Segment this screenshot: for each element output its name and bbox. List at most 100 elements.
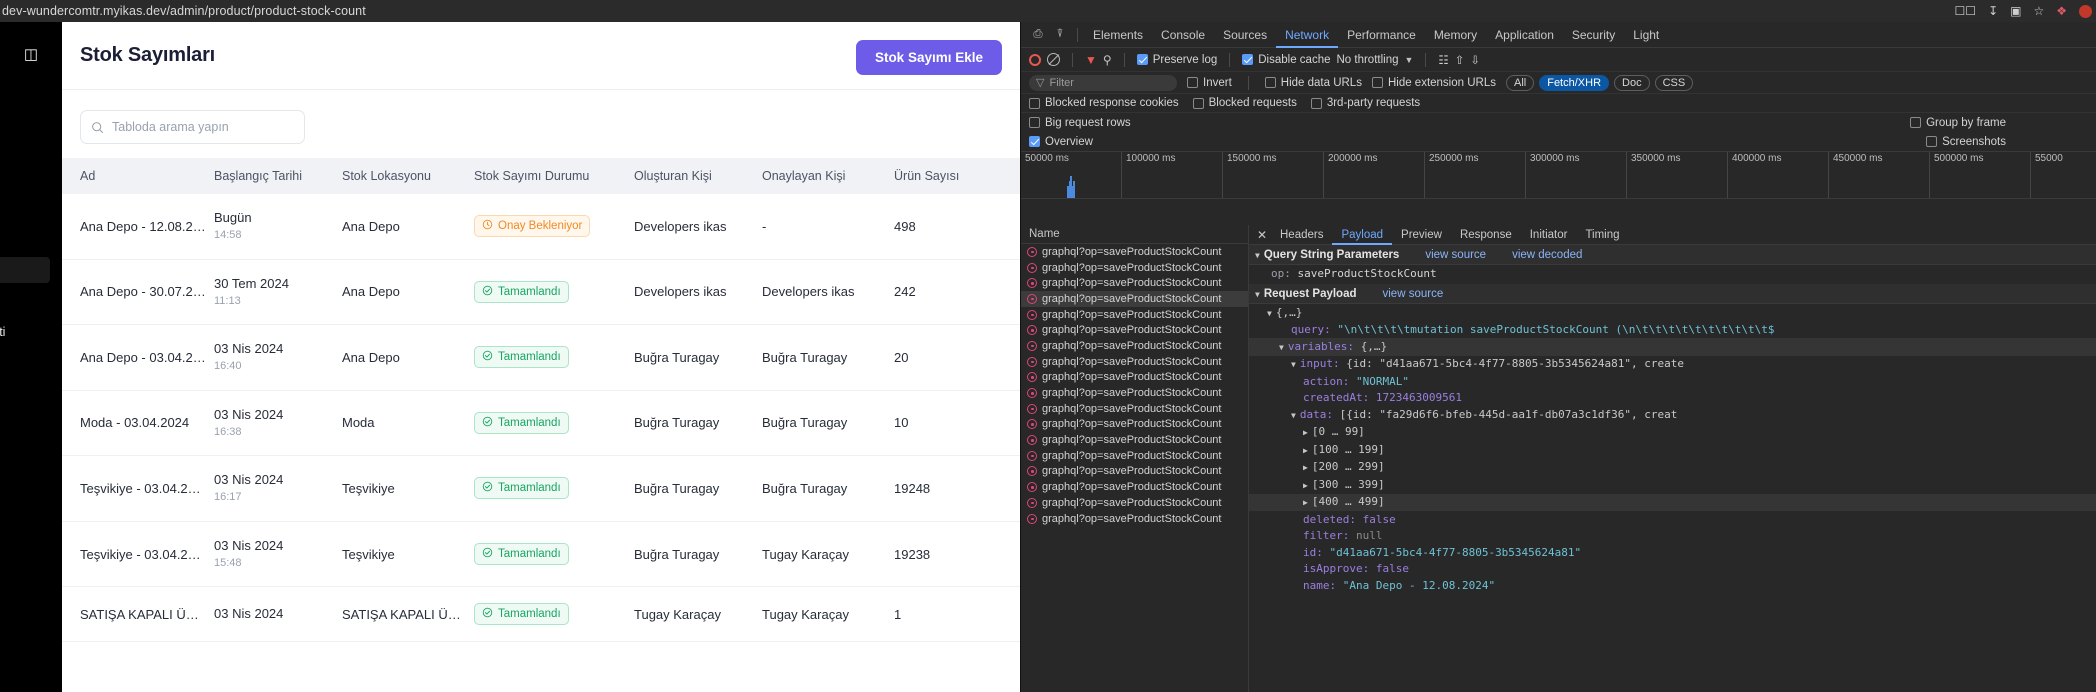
- star-icon[interactable]: ☆: [2033, 5, 2044, 17]
- network-overview-timeline[interactable]: 50000 ms 100000 ms 150000 ms 200000 ms 25000…: [1021, 151, 2096, 199]
- big-request-rows-checkbox[interactable]: Big request rows: [1029, 117, 1131, 129]
- inspect-element-icon[interactable]: ⎙: [1027, 24, 1049, 46]
- request-list-header[interactable]: Name: [1021, 225, 1248, 244]
- profile-avatar[interactable]: [2079, 4, 2092, 18]
- request-list-item[interactable]: graphql?op=saveProductStockCount: [1021, 322, 1248, 338]
- panel-tab-light[interactable]: Light: [1624, 22, 1668, 48]
- request-list-item[interactable]: graphql?op=saveProductStockCount: [1021, 401, 1248, 417]
- search-icon[interactable]: ⚲: [1103, 53, 1112, 67]
- downloads-icon[interactable]: ↧: [1988, 5, 1998, 17]
- panel-tab-console[interactable]: Console: [1152, 22, 1214, 48]
- payload-chunk-row[interactable]: ▶ [0 … 99]: [1249, 424, 2096, 442]
- network-conditions-icon[interactable]: ☷: [1438, 53, 1448, 67]
- funnel-icon[interactable]: ▼: [1085, 53, 1097, 67]
- close-icon[interactable]: ✕: [1253, 228, 1271, 242]
- triangle-down-icon[interactable]: ▼: [1255, 290, 1260, 299]
- record-icon[interactable]: [1029, 53, 1041, 66]
- clear-icon[interactable]: [1047, 53, 1060, 66]
- request-list-item[interactable]: graphql?op=saveProductStockCount: [1021, 495, 1248, 511]
- preserve-log-checkbox[interactable]: Preserve log: [1136, 54, 1217, 66]
- panel-tab-memory[interactable]: Memory: [1425, 22, 1486, 48]
- throttling-select[interactable]: No throttling: [1336, 54, 1398, 66]
- request-list-item[interactable]: graphql?op=saveProductStockCount: [1021, 338, 1248, 354]
- payload-chunk-row[interactable]: ▶ [400 … 499]: [1249, 493, 2096, 511]
- request-list-item[interactable]: graphql?op=saveProductStockCount: [1021, 354, 1248, 370]
- add-stock-count-button[interactable]: Stok Sayımı Ekle: [855, 40, 1002, 75]
- request-list-item[interactable]: graphql?op=saveProductStockCount: [1021, 370, 1248, 386]
- request-list-item[interactable]: graphql?op=saveProductStockCount: [1021, 479, 1248, 495]
- view-decoded-link[interactable]: view decoded: [1512, 249, 1582, 261]
- extensions-icon[interactable]: ❖: [2056, 5, 2067, 17]
- table-row[interactable]: Teşvikiye - 03.04.2024-... 03 Nis 2024 15:…: [62, 521, 1020, 588]
- device-toolbar-icon[interactable]: ⍒: [1049, 24, 1071, 46]
- triangle-right-icon[interactable]: ▶: [1303, 481, 1308, 490]
- blocked-requests-checkbox[interactable]: Blocked requests: [1192, 97, 1297, 109]
- request-list-item[interactable]: graphql?op=saveProductStockCount: [1021, 417, 1248, 433]
- search-box[interactable]: [80, 110, 305, 144]
- hide-extension-urls-checkbox[interactable]: Hide extension URLs: [1371, 77, 1496, 89]
- request-list-item[interactable]: graphql?op=saveProductStockCount: [1021, 291, 1248, 307]
- column-header-location[interactable]: Stok Lokasyonu: [342, 158, 474, 194]
- tabs-icon[interactable]: ☐☐: [1955, 5, 1977, 17]
- column-header-status[interactable]: Stok Sayımı Durumu: [474, 158, 634, 194]
- column-header-approver[interactable]: Onaylayan Kişi: [762, 158, 894, 194]
- detail-tab-initiator[interactable]: Initiator: [1521, 225, 1577, 245]
- payload-data-row[interactable]: ▼ data: [{id: "fa29d6f6-bfeb-445d-aa1f-db…: [1249, 406, 2096, 424]
- invert-checkbox[interactable]: Invert: [1187, 77, 1232, 89]
- panel-tab-network[interactable]: Network: [1276, 22, 1338, 48]
- table-row[interactable]: Ana Depo - 03.04.2024 03 Nis 2024 16:40 Ana…: [62, 324, 1020, 391]
- detail-tab-payload[interactable]: Payload: [1332, 225, 1392, 245]
- request-list-item[interactable]: graphql?op=saveProductStockCount: [1021, 307, 1248, 323]
- column-header-product-count[interactable]: Ürün Sayısı: [894, 158, 1020, 194]
- hide-data-urls-checkbox[interactable]: Hide data URLs: [1264, 77, 1362, 89]
- panel-tab-elements[interactable]: Elements: [1084, 22, 1152, 48]
- query-string-section-header[interactable]: ▼ Query String Parameters view source vie…: [1249, 245, 2096, 265]
- payload-variables-row[interactable]: ▼ variables: {,…}: [1249, 338, 2096, 356]
- column-header-creator[interactable]: Oluşturan Kişi: [634, 158, 762, 194]
- search-input[interactable]: [112, 120, 294, 134]
- view-source-link[interactable]: view source: [1425, 249, 1486, 261]
- import-har-icon[interactable]: ⇧: [1455, 53, 1465, 67]
- table-row[interactable]: Teşvikiye - 03.04.2024-... 03 Nis 2024 16:…: [62, 455, 1020, 522]
- detail-tab-headers[interactable]: Headers: [1271, 225, 1332, 245]
- sidebar-ghost-item[interactable]: [0, 257, 50, 283]
- panel-tab-security[interactable]: Security: [1563, 22, 1624, 48]
- detail-tab-timing[interactable]: Timing: [1576, 225, 1628, 245]
- column-header-ad[interactable]: Ad: [62, 158, 214, 194]
- payload-chunk-row[interactable]: ▶ [300 … 399]: [1249, 476, 2096, 494]
- request-list-item[interactable]: graphql?op=saveProductStockCount: [1021, 464, 1248, 480]
- sidebar-ghost-label[interactable]: keti: [0, 325, 5, 339]
- table-row[interactable]: Ana Depo - 12.08.2024 Bugün 14:58 Ana Depo O…: [62, 194, 1020, 260]
- panel-tab-sources[interactable]: Sources: [1214, 22, 1276, 48]
- view-source-link[interactable]: view source: [1383, 288, 1444, 300]
- request-list-item[interactable]: graphql?op=saveProductStockCount: [1021, 511, 1248, 527]
- request-list-item[interactable]: graphql?op=saveProductStockCount: [1021, 275, 1248, 291]
- triangle-right-icon[interactable]: ▶: [1303, 463, 1308, 472]
- disable-cache-checkbox[interactable]: Disable cache: [1242, 54, 1330, 66]
- url-text[interactable]: dev-wundercomtr.myikas.dev/admin/product…: [0, 4, 366, 18]
- resource-pill-fetch-xhr[interactable]: Fetch/XHR: [1539, 74, 1610, 91]
- overview-checkbox[interactable]: Overview: [1029, 136, 1093, 148]
- request-payload-section-header[interactable]: ▼ Request Payload view source: [1249, 284, 2096, 304]
- payload-chunk-row[interactable]: ▶ [100 … 199]: [1249, 441, 2096, 459]
- table-row[interactable]: Moda - 03.04.2024 03 Nis 2024 16:38 Moda Tam…: [62, 390, 1020, 457]
- chevron-down-icon[interactable]: ▼: [1405, 55, 1414, 65]
- filter-input[interactable]: ▽ Filter: [1029, 74, 1177, 91]
- payload-input-row[interactable]: ▼ input: {id: "d41aa671-5bc4-4f77-8805-3b…: [1249, 356, 2096, 374]
- triangle-down-icon[interactable]: ▼: [1255, 251, 1260, 260]
- blocked-response-cookies-checkbox[interactable]: Blocked response cookies: [1029, 97, 1179, 109]
- column-header-start-date[interactable]: Başlangıç Tarihi: [214, 158, 342, 194]
- request-list-item[interactable]: graphql?op=saveProductStockCount: [1021, 260, 1248, 276]
- screenshots-checkbox[interactable]: Screenshots: [1926, 136, 2006, 148]
- third-party-requests-checkbox[interactable]: 3rd-party requests: [1310, 97, 1420, 109]
- export-har-icon[interactable]: ⇩: [1470, 53, 1480, 67]
- payload-root[interactable]: ▼ {,…}: [1249, 304, 2096, 322]
- triangle-right-icon[interactable]: ▶: [1303, 498, 1308, 507]
- translate-icon[interactable]: ▣: [2010, 5, 2021, 17]
- detail-tab-preview[interactable]: Preview: [1392, 225, 1451, 245]
- panel-tab-performance[interactable]: Performance: [1338, 22, 1425, 48]
- panel-tab-application[interactable]: Application: [1486, 22, 1563, 48]
- payload-chunk-row[interactable]: ▶ [200 … 299]: [1249, 459, 2096, 477]
- detail-tab-response[interactable]: Response: [1451, 225, 1521, 245]
- table-row[interactable]: Ana Depo - 30.07.2024 30 Tem 2024 11:13 Ana…: [62, 259, 1020, 326]
